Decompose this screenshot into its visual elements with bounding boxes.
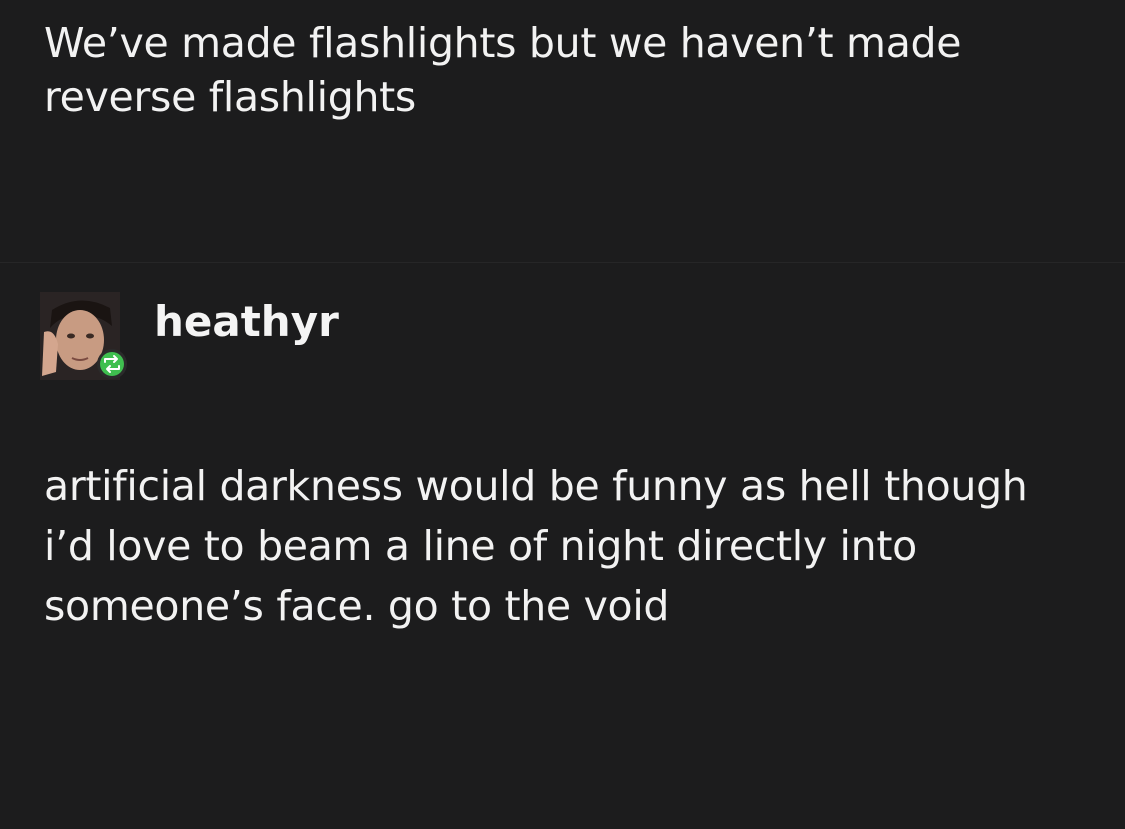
reblog-reply-text: artificial darkness would be funny as he… — [44, 462, 1028, 630]
tumblr-post: We’ve made flashlights but we haven’t ma… — [0, 0, 1125, 829]
original-post-text: We’ve made flashlights but we haven’t ma… — [44, 19, 962, 121]
user-avatar-icon[interactable] — [40, 292, 130, 382]
reblog-username[interactable]: heathyr — [154, 294, 339, 350]
post-divider — [0, 262, 1125, 263]
reblog-icon — [97, 349, 127, 379]
